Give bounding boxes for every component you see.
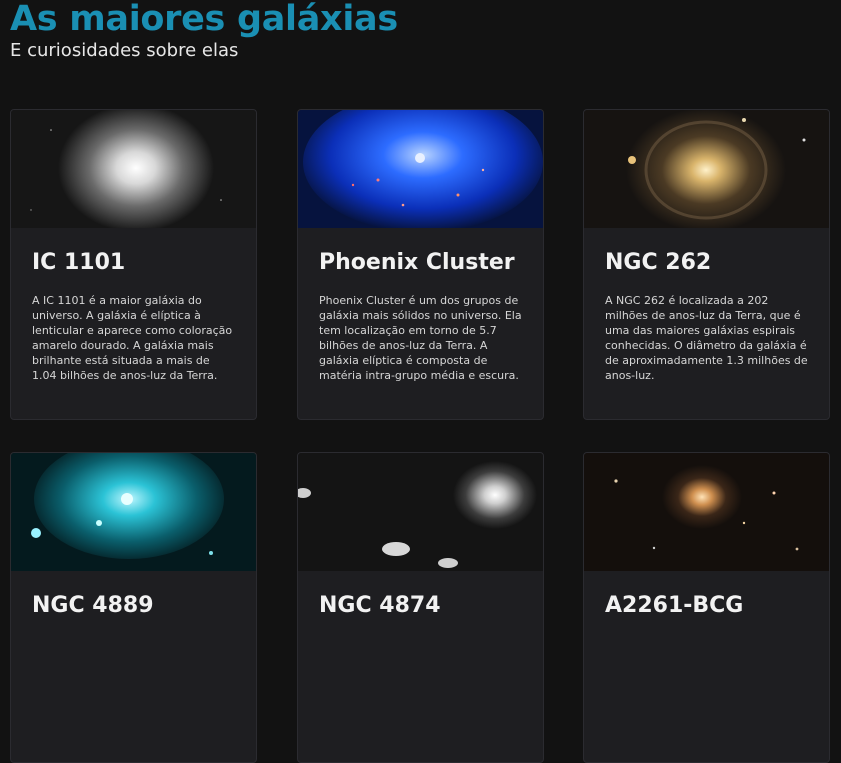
card-description: A IC 1101 é a maior galáxia do universo.… <box>32 294 233 382</box>
card-title: IC 1101 <box>32 250 126 275</box>
galaxy-card-ngc-262[interactable]: NGC 262 A NGC 262 é localizada a 202 mil… <box>583 109 830 420</box>
galaxy-image-ngc-4874 <box>298 453 543 571</box>
galaxy-image-ngc-4889 <box>11 453 256 571</box>
galaxy-image-phoenix-cluster <box>298 110 543 228</box>
galaxy-card-ic-1101[interactable]: IC 1101 A IC 1101 é a maior galáxia do u… <box>10 109 257 420</box>
page-subtitle: E curiosidades sobre elas <box>10 40 239 61</box>
card-title: A2261-BCG <box>605 593 744 618</box>
galaxy-card-phoenix-cluster[interactable]: Phoenix Cluster Phoenix Cluster é um dos… <box>297 109 544 420</box>
page-header: As maiores galáxias E curiosidades sobre… <box>10 0 398 61</box>
card-description: Phoenix Cluster é um dos grupos de galáx… <box>319 294 522 382</box>
card-title: NGC 4874 <box>319 593 441 618</box>
card-title: NGC 262 <box>605 250 712 275</box>
galaxy-image-a2261-bcg <box>584 453 829 571</box>
galaxy-image-ic-1101 <box>11 110 256 228</box>
card-title: NGC 4889 <box>32 593 154 618</box>
galaxy-card-ngc-4874[interactable]: NGC 4874 <box>297 452 544 763</box>
card-description: A NGC 262 é localizada a 202 milhões de … <box>605 294 808 382</box>
card-title: Phoenix Cluster <box>319 250 515 275</box>
galaxy-image-ngc-262 <box>584 110 829 228</box>
galaxy-card-a2261-bcg[interactable]: A2261-BCG <box>583 452 830 763</box>
galaxy-card-ngc-4889[interactable]: NGC 4889 <box>10 452 257 763</box>
page-title: As maiores galáxias <box>10 0 398 39</box>
